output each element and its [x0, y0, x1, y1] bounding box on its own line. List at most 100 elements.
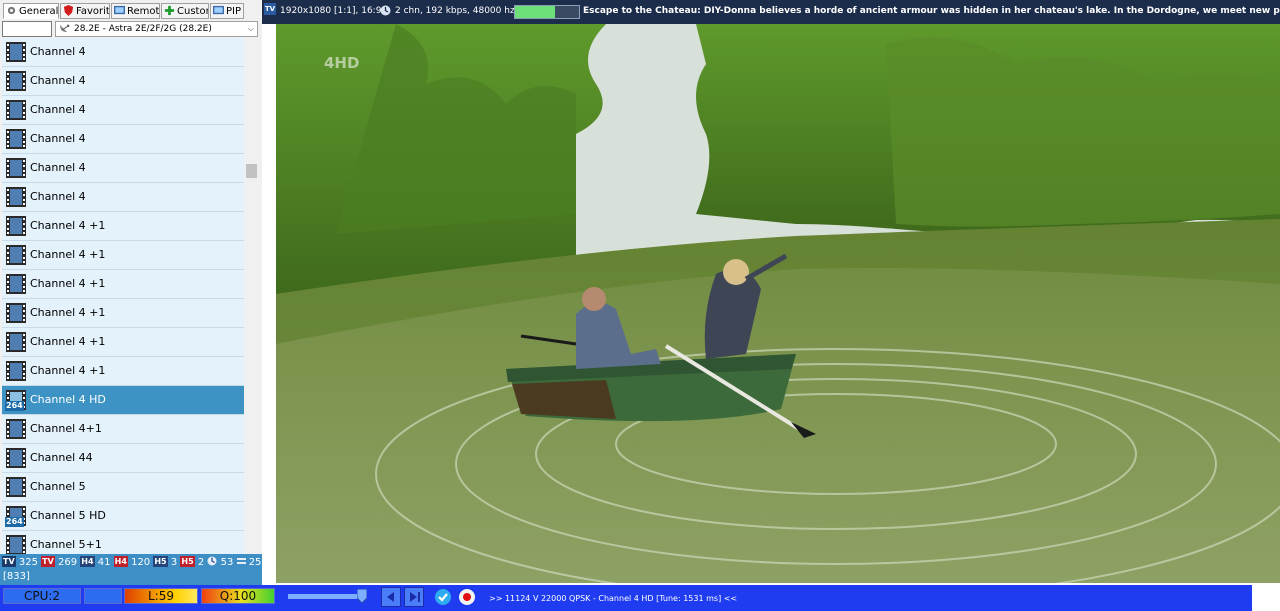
h264-icon: H4: [80, 556, 95, 567]
tab-bar: General Favorit... Remote Custom PIP: [0, 3, 262, 21]
channel-row[interactable]: Channel 4 +1: [2, 241, 244, 270]
video-resolution: 1920x1080 [1:1], 16:9: [280, 6, 382, 16]
channel-row[interactable]: Channel 4: [2, 96, 244, 125]
radio-count: 53: [220, 557, 234, 568]
channel-row[interactable]: Channel 4 +1: [2, 357, 244, 386]
channel-row[interactable]: Channel 4: [2, 67, 244, 96]
epg-description: Escape to the Chateau: DIY-Donna believe…: [583, 6, 1280, 16]
video-frame[interactable]: 4HD: [276, 24, 1280, 583]
previous-channel-button[interactable]: [381, 587, 401, 607]
channel-row[interactable]: Channel 5+1: [2, 531, 244, 554]
channel-row[interactable]: Channel 4: [2, 125, 244, 154]
volume-slider-track[interactable]: [288, 594, 362, 599]
channel-row[interactable]: Channel 5: [2, 473, 244, 502]
channel-row[interactable]: Channel 44: [2, 444, 244, 473]
film-channel-icon: [6, 129, 26, 149]
channel-row[interactable]: Channel 4: [2, 183, 244, 212]
film-channel-icon: [6, 274, 26, 294]
tv-encrypted-icon: TV: [41, 556, 55, 567]
satellite-dish-icon: [59, 24, 70, 33]
channel-name: Channel 4 +1: [30, 335, 106, 348]
film-channel-icon: [6, 245, 26, 265]
video-scene-image: [276, 24, 1280, 583]
channel-name: Channel 4 +1: [30, 219, 106, 232]
channel-name: Channel 5 HD: [30, 509, 106, 522]
signal-quality-meter: Q:100: [201, 588, 275, 604]
channel-row[interactable]: Channel 4: [2, 38, 244, 67]
channel-name: Channel 4: [30, 103, 86, 116]
channel-stats: TV 325 TV 269 H4 41 H4 120 H5 3 H5 2 53 …: [0, 554, 262, 585]
tab-remote[interactable]: Remote: [111, 3, 160, 19]
record-button[interactable]: [457, 587, 477, 607]
next-channel-button[interactable]: [404, 587, 424, 607]
volume-slider-knob[interactable]: [357, 589, 367, 603]
film-channel-icon: [6, 361, 26, 381]
tab-pip[interactable]: PIP: [210, 3, 244, 19]
channel-row[interactable]: 264 Channel 5 HD: [2, 502, 244, 531]
channel-name: Channel 4: [30, 132, 86, 145]
channel-logo: 4HD: [324, 54, 360, 72]
radio-icon: [207, 556, 217, 566]
channel-row[interactable]: Channel 4 +1: [2, 212, 244, 241]
filter-row: 28.2E - Astra 2E/2F/2G (28.2E) ⌵: [2, 21, 258, 39]
channel-list: Channel 4 Channel 4 Channel 4 Channel 4 Chan…: [2, 38, 244, 554]
channel-row[interactable]: Channel 4 +1: [2, 270, 244, 299]
tuner-status: >> 11124 V 22000 QPSK - Channel 4 HD [Tu…: [489, 594, 738, 603]
plus-icon: [164, 5, 175, 16]
tv-count: 325: [18, 557, 38, 568]
data-service-icon: [236, 558, 246, 564]
channel-list-scrollbar[interactable]: [245, 38, 258, 554]
film-channel-icon: [6, 100, 26, 120]
codec-badge: 264: [5, 517, 24, 527]
tv-encrypted-count: 269: [57, 557, 78, 568]
channel-name: Channel 4+1: [30, 422, 102, 435]
tv-icon: TV: [264, 3, 276, 15]
tab-custom[interactable]: Custom: [161, 3, 209, 19]
signal-level-fill: [515, 6, 555, 18]
channel-name: Channel 4 +1: [30, 306, 106, 319]
check-icon[interactable]: [433, 587, 453, 607]
chevron-down-icon: ⌵: [247, 24, 254, 33]
film-channel-icon: [6, 158, 26, 178]
cpu-meter: CPU:2: [3, 588, 81, 604]
channel-name: Channel 5: [30, 480, 86, 493]
film-channel-icon: [6, 187, 26, 207]
channel-name: Channel 4 +1: [30, 364, 106, 377]
channel-row[interactable]: Channel 4 +1: [2, 299, 244, 328]
stats-counts: TV 325 TV 269 H4 41 H4 120 H5 3 H5 2 53 …: [2, 556, 261, 568]
film-channel-icon: [6, 71, 26, 91]
channel-name: Channel 4: [30, 190, 86, 203]
tv-icon: TV: [2, 556, 16, 567]
tv-icon: [114, 5, 125, 15]
channel-name: Channel 44: [30, 451, 93, 464]
tab-label: Custom: [177, 6, 208, 17]
signal-level-meter: L:59: [124, 588, 198, 604]
channel-filter-input[interactable]: [2, 21, 52, 37]
audio-info: 2 chn, 192 kbps, 48000 hz: [395, 6, 515, 16]
other-count: 25: [248, 557, 262, 568]
channel-row[interactable]: Channel 4+1: [2, 415, 244, 444]
channel-row[interactable]: Channel 4 +1: [2, 328, 244, 357]
h265-count: 3: [170, 557, 178, 568]
film-channel-icon: [6, 477, 26, 497]
tab-general[interactable]: General: [3, 3, 59, 19]
tab-label: Remote: [127, 6, 160, 17]
film-channel-icon: [6, 419, 26, 439]
film-channel-icon: [6, 332, 26, 352]
channel-row[interactable]: Channel 4: [2, 154, 244, 183]
h264-count: 41: [97, 557, 111, 568]
film-channel-icon: [6, 535, 26, 554]
film-channel-icon: [6, 448, 26, 468]
channel-row[interactable]: 264 Channel 4 HD: [2, 386, 244, 415]
total-count: [833]: [3, 571, 30, 582]
tv-icon: [213, 5, 224, 15]
stream-info-bar: TV 1920x1080 [1:1], 16:9 2 chn, 192 kbps…: [262, 0, 1280, 24]
audio-icon: [380, 5, 391, 16]
gear-icon: [7, 6, 16, 15]
scrollbar-thumb[interactable]: [246, 164, 257, 178]
h265-encrypted-count: 2: [197, 557, 205, 568]
window-edge: [1252, 585, 1280, 611]
tab-favorites[interactable]: Favorit...: [60, 3, 110, 19]
video-area: 4HD: [262, 24, 1280, 585]
satellite-select[interactable]: 28.2E - Astra 2E/2F/2G (28.2E) ⌵: [55, 21, 258, 37]
